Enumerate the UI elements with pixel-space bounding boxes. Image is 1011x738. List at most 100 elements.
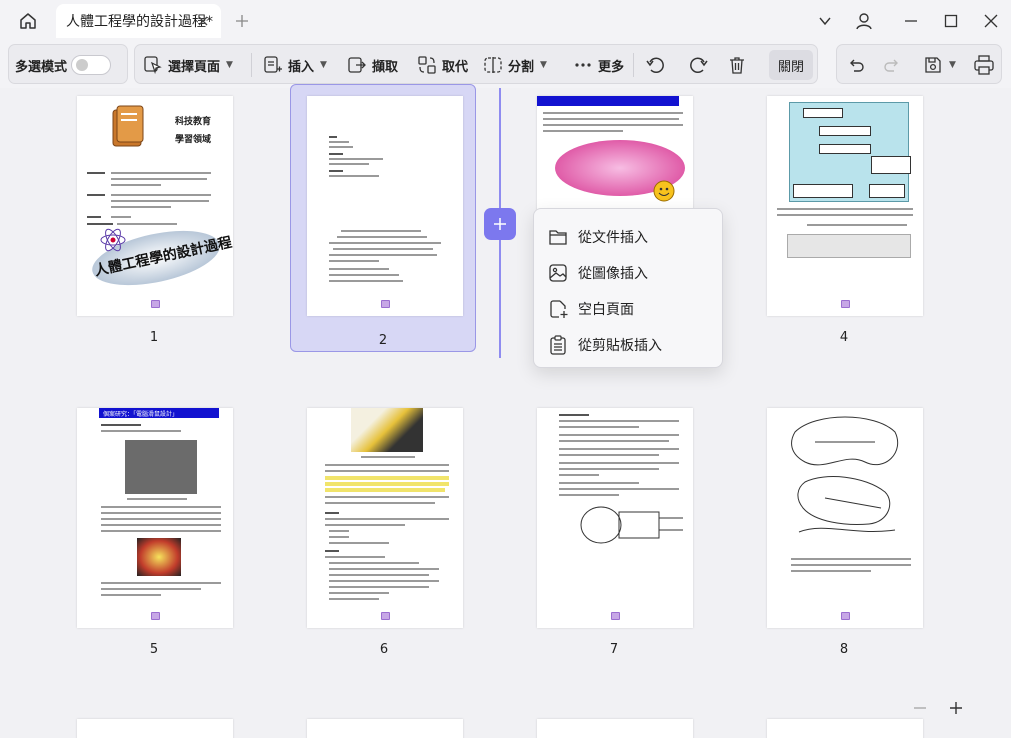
undo-button[interactable] <box>847 45 865 85</box>
rotate-left-button[interactable] <box>645 45 667 85</box>
more-label: 更多 <box>598 59 625 75</box>
home-button[interactable] <box>14 8 42 34</box>
insert-label: 插入 <box>288 59 315 75</box>
more-icon <box>575 63 591 67</box>
page-card-4[interactable]: 4 <box>751 88 937 356</box>
cover-subtitle: 學習領域 <box>175 135 212 145</box>
extract-icon <box>348 57 366 73</box>
delete-button[interactable] <box>727 45 747 85</box>
more-button[interactable]: 更多 <box>573 45 624 85</box>
redo-icon <box>884 59 898 72</box>
plus-icon <box>494 218 506 230</box>
rotate-right-button[interactable] <box>687 45 709 85</box>
maximize-icon <box>944 14 958 28</box>
page-number: 2 <box>378 333 388 348</box>
history-group: ▼ <box>836 44 1002 84</box>
mouse-image <box>137 538 181 576</box>
printer-icon <box>974 55 994 75</box>
trash-icon <box>730 57 744 74</box>
page-thumbnail[interactable] <box>767 96 923 316</box>
minus-icon <box>914 707 926 709</box>
menu-item-insert-from-image[interactable]: 從圖像插入 <box>534 255 724 291</box>
page-thumbnail-partial[interactable] <box>307 719 463 738</box>
page-thumbnail[interactable] <box>767 408 923 628</box>
page-card-1[interactable]: 科技教育 學習領域 人體工程學的設計過程 1 <box>61 88 247 356</box>
page-card-2[interactable]: 2 <box>290 84 476 352</box>
rotate-left-icon <box>646 57 664 74</box>
menu-item-label: 從圖像插入 <box>578 266 648 282</box>
replace-icon <box>418 56 436 74</box>
zoom-out-button[interactable] <box>910 698 930 718</box>
close-icon <box>984 14 998 28</box>
folder-icon <box>549 230 567 245</box>
minimize-icon <box>905 20 917 22</box>
menu-item-blank-page[interactable]: 空白頁面 <box>534 291 724 327</box>
maximize-button[interactable] <box>940 10 962 32</box>
redo-button[interactable] <box>883 45 901 85</box>
zoom-in-button[interactable] <box>946 698 966 718</box>
page-thumbnail-partial[interactable] <box>537 719 693 738</box>
page-thumbnail[interactable] <box>307 96 463 316</box>
document-tab[interactable]: 人體工程學的設計過程* <box>56 4 221 38</box>
menu-item-insert-from-file[interactable]: 從文件插入 <box>534 219 724 255</box>
split-button[interactable]: 分割 ▼ <box>483 45 547 85</box>
page-number: 7 <box>609 642 619 657</box>
extract-label: 擷取 <box>372 59 399 75</box>
page-marker-icon <box>151 612 160 620</box>
page-marker-icon <box>381 612 390 620</box>
multi-select-toggle[interactable] <box>71 55 111 75</box>
close-icon <box>198 16 208 26</box>
tab-close-button[interactable] <box>195 13 211 29</box>
plus-icon <box>950 702 962 714</box>
page-number: 4 <box>839 330 849 345</box>
insert-menu: 從文件插入 從圖像插入 空白頁面 從剪貼板插入 <box>533 208 723 368</box>
page-thumbnail[interactable] <box>537 408 693 628</box>
toggle-knob <box>76 59 88 71</box>
smiley-icon <box>653 180 675 202</box>
new-tab-button[interactable] <box>232 11 252 31</box>
page-marker-icon <box>151 300 160 308</box>
page-thumbnail[interactable]: 科技教育 學習領域 人體工程學的設計過程 <box>77 96 233 316</box>
replace-label: 取代 <box>442 59 469 75</box>
page-thumbnail[interactable]: 個案研究：「電腦滑鼠設計」 <box>77 408 233 628</box>
page-card-6[interactable]: 6 <box>291 400 477 668</box>
menu-item-insert-from-clipboard[interactable]: 從剪貼板插入 <box>534 327 724 363</box>
page-number: 1 <box>149 330 159 345</box>
image-icon <box>549 264 567 282</box>
replace-button[interactable]: 取代 <box>417 45 468 85</box>
blank-page-icon <box>550 300 568 318</box>
page-card-7[interactable]: 7 <box>521 400 707 668</box>
undo-icon <box>850 59 864 72</box>
page-thumbnail[interactable] <box>307 408 463 628</box>
book-icon <box>112 105 144 147</box>
page-marker-icon <box>611 612 620 620</box>
page-card-8[interactable]: 8 <box>751 400 937 668</box>
save-icon <box>925 57 941 73</box>
close-page-tools-button[interactable]: 關閉 <box>769 50 813 80</box>
multi-select-label: 多選模式 <box>15 60 68 75</box>
extract-button[interactable]: 擷取 <box>347 45 398 85</box>
page-number: 8 <box>839 642 849 657</box>
page-card-5[interactable]: 個案研究：「電腦滑鼠設計」 5 <box>61 400 247 668</box>
tab-list-button[interactable] <box>814 10 836 32</box>
rotate-right-icon <box>690 57 708 74</box>
insert-page-icon <box>264 56 282 73</box>
save-button[interactable]: ▼ <box>923 45 956 85</box>
insert-page-button[interactable] <box>484 208 516 240</box>
split-icon <box>484 57 502 73</box>
select-page-button[interactable]: 選擇頁面 ▼ <box>143 45 233 85</box>
page-thumbnail-partial[interactable] <box>77 719 233 738</box>
split-label: 分割 <box>508 59 535 75</box>
page-marker-icon <box>841 300 850 308</box>
menu-item-label: 從文件插入 <box>578 230 648 246</box>
chevron-down-icon: ▼ <box>226 60 233 70</box>
page-marker-icon <box>841 612 850 620</box>
chevron-down-icon: ▼ <box>949 60 956 70</box>
account-button[interactable] <box>853 10 875 32</box>
print-button[interactable] <box>973 45 995 85</box>
menu-item-label: 從剪貼板插入 <box>578 338 662 354</box>
insert-button[interactable]: 插入 ▼ <box>263 45 327 85</box>
minimize-button[interactable] <box>900 10 922 32</box>
page-thumbnail-partial[interactable] <box>767 719 923 738</box>
close-window-button[interactable] <box>980 10 1002 32</box>
